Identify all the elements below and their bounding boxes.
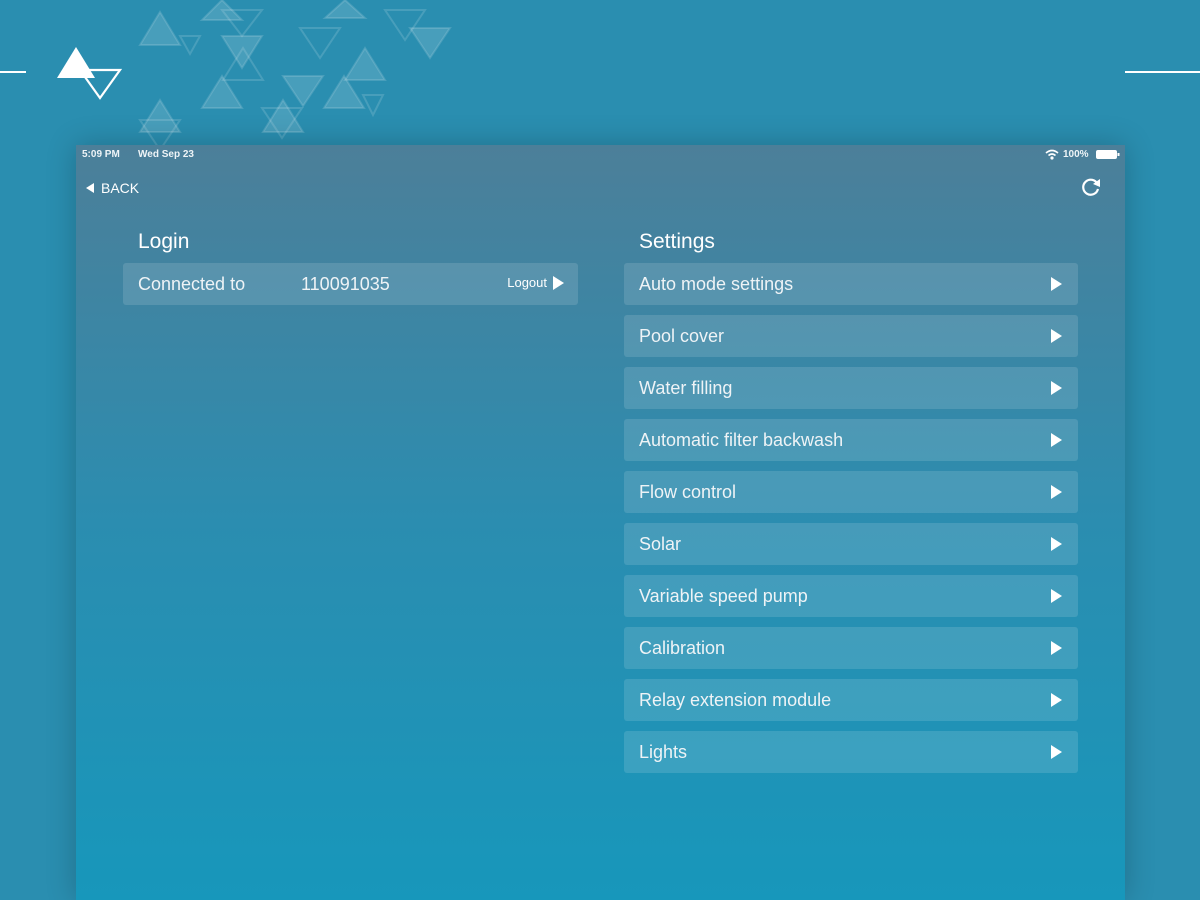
settings-item-label: Calibration <box>639 637 726 658</box>
settings-item-pool-cover[interactable]: Pool cover <box>624 315 1078 357</box>
settings-item-label: Pool cover <box>639 325 725 346</box>
logout-label: Logout <box>507 275 547 290</box>
settings-item-label: Relay extension module <box>639 689 832 710</box>
settings-item-solar[interactable]: Solar <box>624 523 1078 565</box>
settings-list: Auto mode settings Pool cover Water fill… <box>624 263 1078 783</box>
settings-item-label: Water filling <box>639 377 733 398</box>
play-arrow-icon <box>1051 589 1062 603</box>
battery-percentage: 100% <box>1063 149 1089 160</box>
play-arrow-icon <box>1051 537 1062 551</box>
back-label: BACK <box>101 180 140 196</box>
status-date: Wed Sep 23 <box>138 149 194 160</box>
play-arrow-icon <box>1051 433 1062 447</box>
play-arrow-icon <box>1051 381 1062 395</box>
play-arrow-icon <box>1051 277 1062 291</box>
settings-item-label: Variable speed pump <box>639 585 808 606</box>
settings-item-label: Lights <box>639 741 688 762</box>
settings-item-auto-mode[interactable]: Auto mode settings <box>624 263 1078 305</box>
settings-item-label: Flow control <box>639 481 737 502</box>
settings-item-label: Automatic filter backwash <box>639 429 844 450</box>
play-arrow-icon <box>1051 745 1062 759</box>
status-time: 5:09 PM <box>82 149 120 160</box>
settings-item-calibration[interactable]: Calibration <box>624 627 1078 669</box>
battery-icon <box>1096 150 1120 159</box>
wifi-icon <box>1045 149 1059 160</box>
play-arrow-icon <box>1051 329 1062 343</box>
play-arrow-icon <box>553 275 564 290</box>
refresh-icon[interactable] <box>1080 176 1102 198</box>
logout-button[interactable]: Logout <box>507 275 564 290</box>
settings-item-water-filling[interactable]: Water filling <box>624 367 1078 409</box>
login-connection-row: Connected to 110091035 Logout <box>123 263 578 305</box>
status-bar: 5:09 PM Wed Sep 23 100% <box>76 145 1125 163</box>
login-title: Login <box>138 230 190 253</box>
settings-item-flow-control[interactable]: Flow control <box>624 471 1078 513</box>
settings-title: Settings <box>639 230 715 253</box>
settings-item-lights[interactable]: Lights <box>624 731 1078 773</box>
chevron-left-icon <box>86 183 94 193</box>
connected-value: 110091035 <box>301 274 390 294</box>
settings-item-label: Solar <box>639 533 682 554</box>
play-arrow-icon <box>1051 641 1062 655</box>
play-arrow-icon <box>1051 693 1062 707</box>
back-button[interactable]: BACK <box>86 179 139 197</box>
brand-logo-icon <box>57 47 123 100</box>
settings-item-relay-extension[interactable]: Relay extension module <box>624 679 1078 721</box>
tablet-screen: 5:09 PM Wed Sep 23 100% BACK Login Conne… <box>76 145 1125 900</box>
settings-item-filter-backwash[interactable]: Automatic filter backwash <box>624 419 1078 461</box>
settings-item-variable-speed-pump[interactable]: Variable speed pump <box>624 575 1078 617</box>
play-arrow-icon <box>1051 485 1062 499</box>
connected-label: Connected to <box>138 274 246 294</box>
settings-item-label: Auto mode settings <box>639 273 794 294</box>
